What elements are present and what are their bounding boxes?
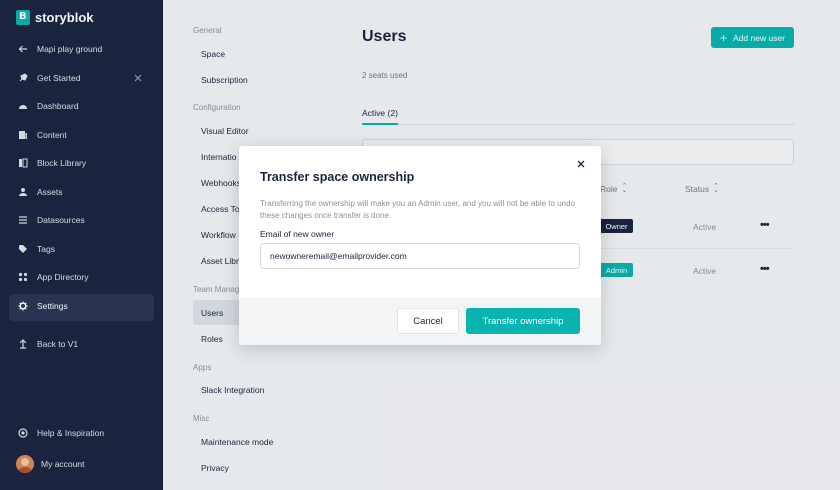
modal-description: Transferring the ownership will make you… [260, 199, 575, 220]
transfer-ownership-button[interactable]: Transfer ownership [466, 308, 580, 334]
modal-footer: Cancel Transfer ownership [239, 298, 601, 345]
modal-title: Transfer space ownership [260, 170, 415, 184]
email-field[interactable] [260, 243, 580, 269]
close-icon[interactable] [575, 158, 587, 170]
cancel-button[interactable]: Cancel [397, 308, 459, 334]
email-field-label: Email of new owner [260, 229, 335, 239]
transfer-ownership-modal: Transfer space ownership Transferring th… [239, 146, 601, 345]
